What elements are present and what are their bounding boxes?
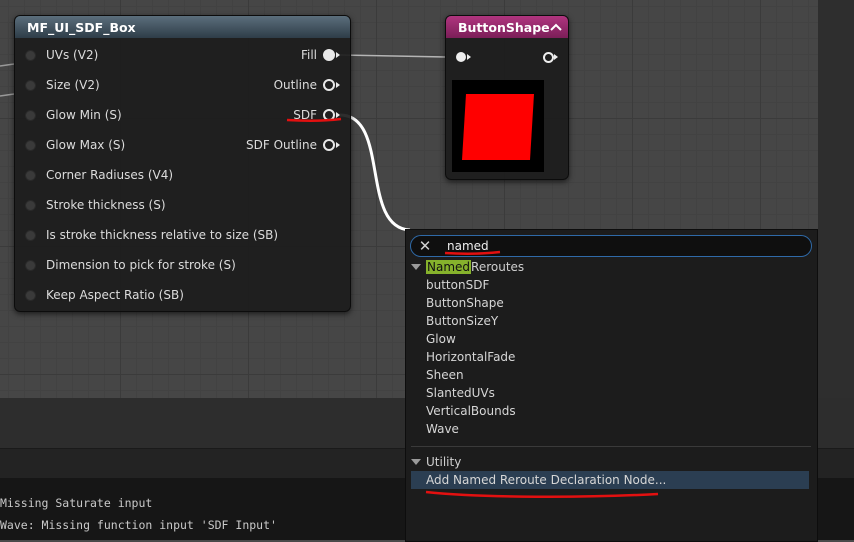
input-pin-icon[interactable] [25, 169, 36, 181]
list-item[interactable]: ButtonShape [426, 294, 504, 312]
button-shape-node-title: ButtonShape [458, 19, 550, 35]
button-shape-node-header[interactable]: ButtonShape [446, 16, 568, 38]
input-pin-icon[interactable] [25, 289, 36, 301]
input-pin-icon[interactable] [25, 49, 36, 61]
output-pin-icon[interactable] [323, 79, 335, 91]
reroute-output-pin[interactable] [543, 52, 554, 63]
list-item[interactable]: Sheen [426, 366, 464, 384]
category-label: Utility [426, 455, 462, 469]
category-divider [411, 446, 811, 447]
list-item[interactable]: Glow [426, 330, 456, 348]
search-match-highlight: Named [426, 260, 472, 274]
output-pin-sdf-outline[interactable]: SDF Outline [246, 135, 340, 155]
expand-triangle-icon[interactable] [411, 459, 421, 465]
input-pin-uvs[interactable]: UVs (V2) [25, 45, 98, 65]
input-pin-icon[interactable] [25, 79, 36, 91]
output-pin-icon[interactable] [323, 139, 335, 151]
pin-arrow-icon [467, 54, 471, 60]
input-pin-size[interactable]: Size (V2) [25, 75, 100, 95]
list-item[interactable]: SlantedUVs [426, 384, 495, 402]
pin-arrow-icon [336, 82, 340, 88]
input-pin-icon[interactable] [25, 139, 36, 151]
query-annotation-underline [444, 250, 501, 255]
shape-preview-image [462, 94, 534, 160]
wire-uvs [0, 63, 15, 67]
sdf-annotation-underline [286, 117, 342, 122]
node-search-popup[interactable]: ✕ named Named Reroutes buttonSDF ButtonS… [405, 229, 818, 542]
sdf-box-node-title[interactable]: MF_UI_SDF_Box [15, 16, 350, 38]
input-pin-icon[interactable] [25, 229, 36, 241]
category-label: Reroutes [471, 260, 525, 274]
list-item[interactable]: VerticalBounds [426, 402, 516, 420]
output-pin-fill[interactable]: Fill [301, 45, 340, 65]
sdf-box-node[interactable]: MF_UI_SDF_Box UVs (V2) Size (V2) Glow Mi… [14, 15, 351, 312]
list-item[interactable]: ButtonSizeY [426, 312, 498, 330]
input-pin-icon[interactable] [25, 199, 36, 211]
input-pin-glow-max[interactable]: Glow Max (S) [25, 135, 125, 155]
wire-fill [339, 54, 447, 58]
reroute-input-pin[interactable] [456, 52, 466, 62]
input-pin-icon[interactable] [25, 259, 36, 271]
close-icon[interactable]: ✕ [415, 237, 435, 255]
input-pin-stroke-thickness[interactable]: Stroke thickness (S) [25, 195, 166, 215]
input-pin-icon[interactable] [25, 109, 36, 121]
collapse-chevron-icon[interactable] [550, 23, 562, 31]
output-pin-icon[interactable] [323, 49, 335, 61]
input-pin-keep-aspect[interactable]: Keep Aspect Ratio (SB) [25, 285, 184, 305]
output-pin-outline[interactable]: Outline [274, 75, 340, 95]
input-pin-corner-radiuses[interactable]: Corner Radiuses (V4) [25, 165, 173, 185]
input-pin-stroke-relative[interactable]: Is stroke thickness relative to size (SB… [25, 225, 278, 245]
node-preview [452, 80, 544, 172]
pin-arrow-icon [554, 54, 558, 60]
input-pin-dimension[interactable]: Dimension to pick for stroke (S) [25, 255, 236, 275]
input-pin-glow-min[interactable]: Glow Min (S) [25, 105, 122, 125]
category-utility[interactable]: Utility [411, 453, 461, 471]
pin-arrow-icon [336, 142, 340, 148]
button-shape-node[interactable]: ButtonShape [445, 15, 569, 180]
expand-triangle-icon[interactable] [411, 264, 421, 270]
wire-size [0, 93, 15, 97]
add-named-reroute-item[interactable]: Add Named Reroute Declaration Node... [426, 471, 666, 489]
category-named-reroutes[interactable]: Named Reroutes [411, 258, 524, 276]
list-item[interactable]: HorizontalFade [426, 348, 515, 366]
add-item-annotation-underline [425, 490, 659, 499]
list-item[interactable]: buttonSDF [426, 276, 489, 294]
pin-arrow-icon [336, 52, 340, 58]
list-item[interactable]: Wave [426, 420, 459, 438]
